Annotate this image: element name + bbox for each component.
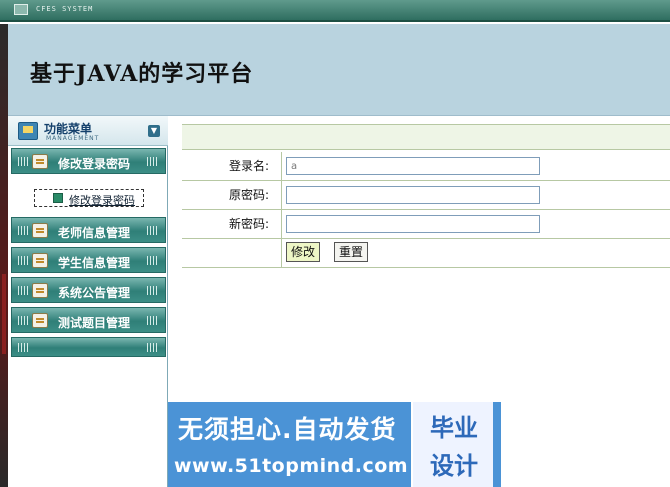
grip-icon xyxy=(18,286,30,295)
promo-badge: 毕业 设计 xyxy=(411,402,493,487)
sidebar-item-label: 学生信息管理 xyxy=(58,256,131,270)
old-password-input[interactable] xyxy=(286,186,540,204)
grip-icon xyxy=(147,286,159,295)
menu-header: 功能菜单 MANAGEMENT ▼ xyxy=(8,116,168,146)
new-password-row: 新密码: xyxy=(182,210,670,239)
badge-line1: 毕业 xyxy=(430,414,478,442)
promo-slogan: 无须担心.自动发货 xyxy=(178,415,397,444)
grip-icon xyxy=(147,316,159,325)
monitor-icon xyxy=(14,4,28,15)
sidebar-footer-bar xyxy=(11,337,166,357)
page-header: 基于JAVA的学习平台 xyxy=(8,24,670,116)
sidebar-item-label: 修改登录密码 xyxy=(58,157,131,171)
sub-item-label: 修改登录密码 xyxy=(69,194,135,207)
sidebar-item-label: 老师信息管理 xyxy=(58,226,131,240)
system-title-bar: CFES SYSTEM xyxy=(0,0,670,22)
document-icon xyxy=(32,313,48,328)
sidebar: 功能菜单 MANAGEMENT ▼ 修改登录密码 修改登录密码 老师信息管理 学… xyxy=(8,116,168,487)
grip-icon xyxy=(147,343,159,352)
promo-site-link[interactable]: www.51topmind.com xyxy=(174,455,408,477)
system-label: CFES SYSTEM xyxy=(36,5,94,13)
badge-line2: 设计 xyxy=(430,452,478,480)
document-icon xyxy=(32,154,48,169)
document-icon xyxy=(32,283,48,298)
sidebar-item-label: 系统公告管理 xyxy=(58,286,131,300)
sub-item-change-password[interactable]: 修改登录密码 xyxy=(34,189,144,207)
sidebar-item-label: 测试题目管理 xyxy=(58,316,131,330)
arrow-square-icon xyxy=(53,193,63,203)
grip-icon xyxy=(18,316,30,325)
menu-subtitle: MANAGEMENT xyxy=(46,135,100,142)
page-title: 基于JAVA的学习平台 xyxy=(30,61,254,87)
left-edge-strip xyxy=(0,24,8,487)
username-input[interactable] xyxy=(286,157,540,175)
collapse-chevron-icon[interactable]: ▼ xyxy=(148,125,160,137)
grip-icon xyxy=(18,343,30,352)
sidebar-item-teacher-management[interactable]: 老师信息管理 xyxy=(11,217,166,243)
sidebar-item-student-management[interactable]: 学生信息管理 xyxy=(11,247,166,273)
new-password-label: 新密码: xyxy=(182,210,282,238)
submit-button[interactable]: 修改 xyxy=(286,242,321,262)
sidebar-item-announcement-management[interactable]: 系统公告管理 xyxy=(11,277,166,303)
grip-icon xyxy=(147,256,159,265)
grip-icon xyxy=(18,226,30,235)
form-header-bar xyxy=(182,124,670,150)
grip-icon xyxy=(147,226,159,235)
grip-icon xyxy=(18,256,30,265)
username-label: 登录名: xyxy=(182,152,282,180)
menu-book-icon xyxy=(18,122,38,140)
promo-banner[interactable]: 无须担心.自动发货 www.51topmind.com 毕业 设计 xyxy=(168,402,501,487)
old-password-label: 原密码: xyxy=(182,181,282,209)
document-icon xyxy=(32,223,48,238)
username-row: 登录名: xyxy=(182,152,670,181)
new-password-input[interactable] xyxy=(286,215,540,233)
button-row: 修改 重置 xyxy=(182,239,670,268)
grip-icon xyxy=(147,157,159,166)
sidebar-item-change-password[interactable]: 修改登录密码 xyxy=(11,148,166,174)
old-password-row: 原密码: xyxy=(182,181,670,210)
reset-button[interactable]: 重置 xyxy=(334,242,369,262)
grip-icon xyxy=(18,157,30,166)
sidebar-item-question-management[interactable]: 测试题目管理 xyxy=(11,307,166,333)
button-row-spacer xyxy=(182,239,282,267)
document-icon xyxy=(32,253,48,268)
